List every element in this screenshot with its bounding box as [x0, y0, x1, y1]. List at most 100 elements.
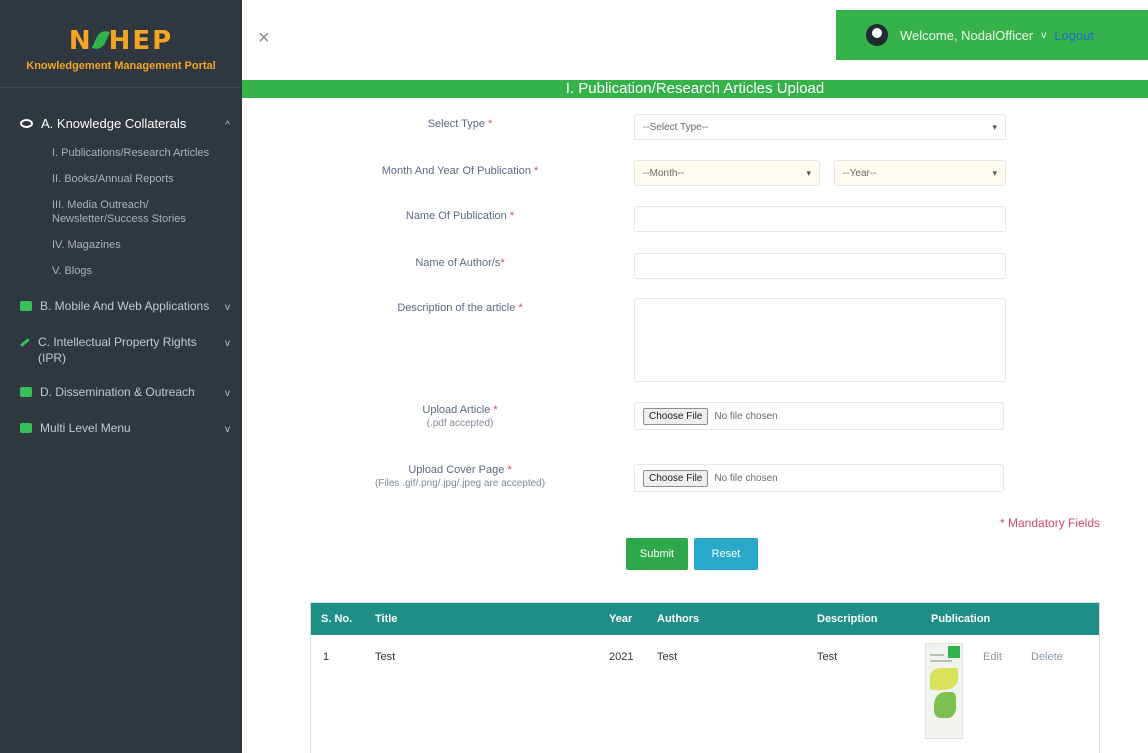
authors-input[interactable]: [634, 253, 1006, 279]
nihep-logo[interactable]: N HEP: [0, 26, 242, 56]
upload-article-hint: (.pdf accepted): [426, 418, 494, 429]
cell-sno: 1: [323, 651, 330, 663]
table-row: 1 Test 2021 Test Test Edit Delete: [311, 635, 1099, 753]
portal-name: Knowledgement Management Portal: [26, 60, 216, 72]
choose-article-file-button[interactable]: Choose File: [643, 407, 709, 425]
chevron-down-icon[interactable]: v: [1041, 30, 1046, 41]
sidebar-group-label: B. Mobile And Web Applications: [40, 299, 210, 313]
column-header: Publication: [931, 613, 991, 625]
select-value: --Year--: [843, 167, 877, 179]
sidebar-group-mobile-web[interactable]: B. Mobile And Web Applications v: [0, 298, 242, 316]
user-avatar-icon: [866, 24, 888, 46]
reset-button[interactable]: Reset: [694, 538, 758, 570]
cover-shape: [930, 668, 958, 690]
required-mark: *: [507, 464, 512, 476]
choose-cover-file-button[interactable]: Choose File: [643, 469, 709, 487]
sidebar-group-ipr[interactable]: C. Intellectual Property Rights (IPR) v: [0, 334, 242, 366]
cover-file-status: No file chosen: [714, 472, 778, 484]
edit-link[interactable]: Edit: [983, 651, 1002, 663]
sidebar-item-magazines[interactable]: IV. Magazines: [0, 238, 242, 252]
pen-icon: [20, 338, 30, 347]
type-select[interactable]: --Select Type-- ▾: [634, 114, 1006, 140]
page-title: I. Publication/Research Articles Upload: [242, 80, 1148, 98]
welcome-text: Welcome, NodalOfficer: [900, 27, 1034, 43]
authors-label: Name of Author/s*: [300, 256, 620, 270]
cell-description: Test: [817, 651, 838, 663]
publication-name-label: Name Of Publication *: [300, 209, 620, 223]
upload-article-field: Choose File No file chosen: [634, 402, 1004, 430]
eye-icon: [20, 119, 33, 128]
user-menu[interactable]: Welcome, NodalOfficer v Logout: [836, 10, 1148, 60]
table-header: S. No. Title Year Authors Description Pu…: [311, 603, 1099, 635]
sidebar-group-knowledge-collaterals[interactable]: A. Knowledge Collaterals ^: [0, 116, 242, 134]
sidebar-group-multi-level[interactable]: Multi Level Menu v: [0, 420, 242, 438]
mandatory-note: * Mandatory Fields: [1000, 516, 1101, 530]
year-select[interactable]: --Year-- ▾: [834, 160, 1006, 186]
brand: N HEP Knowledgement Management Portal: [0, 0, 242, 88]
sidebar-nav: A. Knowledge Collaterals ^ I. Publicatio…: [0, 88, 242, 438]
chevron-down-icon: ▾: [806, 167, 811, 178]
upload-cover-hint: (Files .gif/.png/.jpg/.jpeg are accepted…: [374, 478, 546, 489]
column-header: Title: [375, 613, 398, 625]
delete-link[interactable]: Delete: [1031, 651, 1063, 663]
required-mark: *: [534, 165, 539, 177]
column-header: Authors: [657, 613, 700, 625]
upload-cover-label: Upload Cover Page * (Files .gif/.png/.jpg…: [300, 463, 620, 491]
upload-article-label: Upload Article * (.pdf accepted): [300, 403, 620, 431]
cell-authors: Test: [657, 651, 678, 663]
sidebar-item-media-outreach[interactable]: III. Media Outreach/ Newsletter/Success …: [0, 198, 242, 226]
submit-button[interactable]: Submit: [626, 538, 688, 570]
description-textarea[interactable]: [634, 298, 1006, 382]
sidebar-group-label: A. Knowledge Collaterals: [41, 116, 187, 131]
sidebar-item-blogs[interactable]: V. Blogs: [0, 264, 242, 278]
label-text: Name Of Publication: [405, 210, 507, 222]
type-label: Select Type *: [300, 117, 620, 131]
cover-tag-shape: [948, 646, 960, 658]
required-mark: *: [509, 210, 515, 222]
chevron-down-icon: ▾: [992, 167, 997, 178]
select-value: --Month--: [643, 167, 685, 179]
required-mark: *: [488, 118, 493, 130]
logo-text-right: HEP: [108, 26, 174, 56]
month-select[interactable]: --Month-- ▾: [634, 160, 820, 186]
required-mark: *: [493, 404, 498, 416]
publications-table: S. No. Title Year Authors Description Pu…: [310, 602, 1100, 753]
cover-line: [930, 654, 944, 656]
select-value: --Select Type--: [643, 121, 709, 133]
label-text: Name of Author/s: [415, 257, 501, 269]
cell-title: Test: [375, 651, 396, 663]
sidebar-item-publications[interactable]: I. Publications/Research Articles: [0, 146, 242, 160]
chevron-down-icon: ▾: [992, 121, 997, 132]
logout-link[interactable]: Logout: [1054, 28, 1094, 43]
publication-name-input[interactable]: [634, 206, 1006, 232]
column-header: Description: [817, 613, 878, 625]
sidebar-group-dissemination[interactable]: D. Dissemination & Outreach v: [0, 384, 242, 402]
label-text: Month And Year Of Publication: [381, 165, 531, 177]
label-text: Description of the article: [397, 302, 516, 314]
sidebar: N HEP Knowledgement Management Portal A. …: [0, 0, 242, 753]
chat-icon: [20, 387, 32, 397]
column-header: Year: [609, 613, 633, 625]
publication-cover-thumbnail[interactable]: [925, 643, 963, 739]
chevron-down-icon: v: [225, 338, 230, 349]
close-sidebar-icon[interactable]: ×: [258, 28, 270, 48]
cover-line: [930, 660, 952, 662]
cover-shape: [934, 692, 956, 718]
chevron-down-icon: v: [225, 302, 230, 313]
required-mark: *: [500, 257, 505, 269]
sidebar-item-books[interactable]: II. Books/Annual Reports: [0, 172, 242, 186]
mobile-icon: [20, 301, 32, 311]
logo-text-left: N: [68, 26, 93, 56]
label-text: Select Type: [427, 118, 485, 130]
cell-year: 2021: [609, 651, 634, 663]
column-header: S. No.: [321, 613, 353, 625]
chevron-down-icon: v: [225, 388, 230, 399]
required-mark: *: [518, 302, 523, 314]
sidebar-group-label: D. Dissemination & Outreach: [40, 385, 195, 399]
article-file-status: No file chosen: [714, 410, 778, 422]
upload-cover-field: Choose File No file chosen: [634, 464, 1004, 492]
chevron-down-icon: v: [225, 424, 230, 435]
sidebar-group-label: C. Intellectual Property Rights (IPR): [38, 335, 197, 365]
label-text: Upload Cover Page: [408, 464, 505, 476]
month-year-label: Month And Year Of Publication *: [300, 164, 620, 178]
